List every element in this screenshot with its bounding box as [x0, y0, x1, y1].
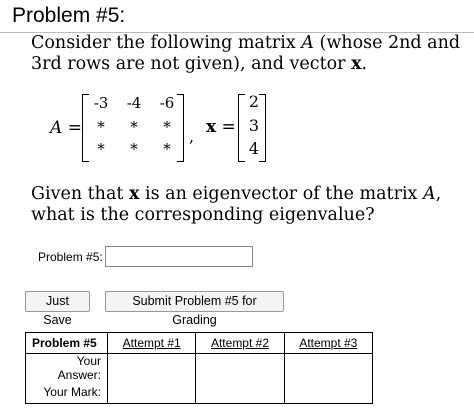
matrix-cell: *	[130, 118, 138, 136]
question-text-2: is an eigenvector of the matrix	[139, 184, 423, 204]
equation-comma: ,	[189, 127, 195, 146]
matrix-cell: -3	[93, 94, 109, 112]
matrix-equals: =	[67, 118, 82, 138]
statement-vector-name: x	[351, 54, 362, 74]
matrix-right-bracket	[177, 94, 184, 162]
answer-input[interactable]	[105, 246, 253, 267]
problem-question: Given that x is an eigenvector of the ma…	[31, 184, 471, 226]
vector-lhs: x =	[206, 117, 236, 137]
question-matrix-name: A	[422, 184, 436, 204]
matrix-lhs: A =	[50, 118, 82, 138]
attempt-link-1-label[interactable]: Attempt #1	[123, 336, 181, 350]
matrix-lhs-name: A	[50, 118, 63, 138]
your-answer-label: Your Answer:	[25, 353, 108, 382]
submit-button[interactable]: Submit Problem #5 for Grading	[105, 291, 284, 327]
attempt-3-answer	[283, 353, 374, 382]
attempt-1-answer	[106, 353, 197, 382]
attempt-2-mark	[195, 382, 285, 404]
vector-lhs-name: x	[206, 117, 217, 137]
attempt-3-mark	[283, 382, 374, 404]
matrix-cell: *	[97, 140, 105, 158]
answer-label: Problem #5:	[38, 250, 103, 264]
matrix-cell: *	[130, 140, 138, 158]
question-vector-name: x	[129, 184, 140, 204]
your-mark-label: Your Mark:	[25, 382, 108, 404]
question-text-1: Given that	[31, 184, 129, 204]
attempt-link-2[interactable]: Attempt #2	[195, 332, 285, 354]
vector-right-bracket	[259, 94, 266, 162]
matrix-equation: A = -3 -4 -6 * * * * * * , x = 2 3 4	[0, 92, 474, 164]
attempts-header-row: Problem #5 Attempt #1 Attempt #2 Attempt…	[25, 332, 374, 354]
your-mark-row: Your Mark:	[25, 382, 374, 404]
attempts-header-label: Problem #5	[25, 332, 108, 354]
problem-statement: Consider the following matrix A (whose 2…	[31, 33, 471, 75]
matrix-cell: *	[97, 118, 105, 136]
just-save-button[interactable]: Just Save	[25, 291, 90, 327]
matrix-cell: -4	[126, 94, 142, 112]
attempt-link-3[interactable]: Attempt #3	[283, 332, 374, 354]
attempts-table: Problem #5 Attempt #1 Attempt #2 Attempt…	[25, 332, 374, 404]
attempt-link-1[interactable]: Attempt #1	[106, 332, 197, 354]
statement-end: .	[361, 54, 368, 74]
statement-text-1: Consider the following matrix	[31, 33, 302, 53]
vector-equals: =	[221, 117, 236, 137]
your-answer-row: Your Answer:	[25, 353, 374, 382]
attempt-link-2-label[interactable]: Attempt #2	[211, 336, 269, 350]
attempt-link-3-label[interactable]: Attempt #3	[299, 336, 357, 350]
attempt-1-mark	[106, 382, 197, 404]
statement-matrix-name: A	[301, 33, 314, 53]
attempt-2-answer	[195, 353, 285, 382]
problem-title: Problem #5:	[12, 4, 126, 27]
